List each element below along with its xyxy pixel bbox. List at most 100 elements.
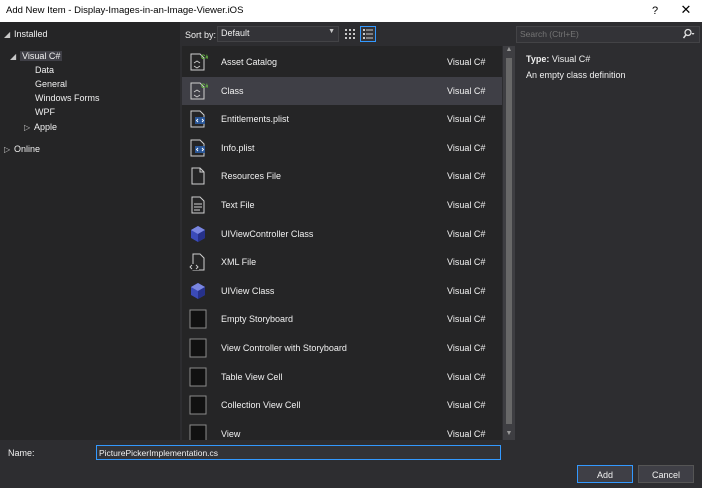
template-item[interactable]: C# Asset Catalog Visual C# xyxy=(182,48,502,76)
template-language: Visual C# xyxy=(447,200,486,210)
template-language: Visual C# xyxy=(447,400,486,411)
csharp-file-icon: C# xyxy=(188,81,209,101)
add-button[interactable]: Add xyxy=(577,465,633,483)
csharp-file-icon: C# xyxy=(188,52,209,72)
search-icon[interactable] xyxy=(681,28,695,42)
small-icons-view-button[interactable] xyxy=(343,27,357,41)
expanded-arrow-icon: ◢ xyxy=(10,52,17,61)
tree-item-apple[interactable]: ▷ Apple xyxy=(24,120,57,134)
grid-view-icon xyxy=(345,29,355,39)
template-language: Visual C# xyxy=(447,343,486,353)
category-tree: ◢ Installed ◢ Visual C# Data General Windo… xyxy=(0,22,180,440)
template-name: Entitlements.plist xyxy=(221,114,290,125)
template-language: Visual C# xyxy=(447,314,486,325)
template-item[interactable]: Collection View Cell Visual C# xyxy=(182,391,502,419)
xml-file-icon xyxy=(188,252,208,272)
storyboard-icon xyxy=(188,395,208,415)
window-title: Add New Item - Display-Images-in-an-Imag… xyxy=(6,5,244,16)
storyboard-icon xyxy=(188,309,208,329)
template-item[interactable]: XML File Visual C# xyxy=(182,248,502,276)
template-name: Text File xyxy=(221,200,255,210)
help-button[interactable]: ? xyxy=(644,2,666,20)
type-key: Type: xyxy=(526,54,550,64)
template-name: View Controller with Storyboard xyxy=(221,343,347,353)
template-list[interactable]: C# Asset Catalog Visual C# C# Class Visual C#… xyxy=(182,46,502,440)
title-bar: Add New Item - Display-Images-in-an-Imag… xyxy=(0,0,702,22)
template-item[interactable]: Entitlements.plist Visual C# xyxy=(182,105,502,133)
template-language: Visual C# xyxy=(447,114,486,125)
text-file-icon xyxy=(188,195,208,215)
storyboard-icon xyxy=(188,367,208,387)
template-name: Class xyxy=(221,85,244,96)
search-box[interactable] xyxy=(516,26,700,43)
svg-text:C#: C# xyxy=(201,84,208,90)
search-input[interactable] xyxy=(520,28,670,40)
template-language: Visual C# xyxy=(447,257,486,268)
template-item[interactable]: Empty Storyboard Visual C# xyxy=(182,305,502,333)
cube-icon xyxy=(188,224,208,244)
template-item[interactable]: C# Class Visual C# xyxy=(182,76,502,105)
tree-item-visual-csharp[interactable]: ◢ Visual C# xyxy=(10,49,63,63)
template-item[interactable]: Text File Visual C# xyxy=(182,191,502,219)
details-panel: Type: Visual C# An empty class definitio… xyxy=(516,46,702,440)
sort-by-dropdown[interactable]: Default ▼ xyxy=(217,26,339,42)
template-language: Visual C# xyxy=(447,428,486,439)
template-name: Asset Catalog xyxy=(221,57,278,67)
template-language: Visual C# xyxy=(447,171,486,182)
sort-by-label: Sort by: xyxy=(185,30,217,40)
template-language: Visual C# xyxy=(447,142,486,153)
template-language: Visual C# xyxy=(447,285,486,296)
template-name: UIViewController Class xyxy=(221,228,314,239)
template-name: UIView Class xyxy=(221,285,275,296)
type-value: Visual C# xyxy=(551,54,591,64)
template-item[interactable]: UIViewController Class Visual C# xyxy=(182,220,502,248)
tree-item-installed[interactable]: ◢ Installed xyxy=(4,27,48,41)
template-language: Visual C# xyxy=(447,57,486,67)
collapsed-arrow-icon: ▷ xyxy=(24,123,31,132)
template-item[interactable]: UIView Class Visual C# xyxy=(182,277,502,305)
template-name: Empty Storyboard xyxy=(221,314,294,325)
template-name: Collection View Cell xyxy=(221,400,301,411)
list-view-button[interactable] xyxy=(360,26,376,42)
template-name: Info.plist xyxy=(221,142,255,153)
tree-item-general[interactable]: General xyxy=(35,77,67,91)
template-item[interactable]: View Controller with Storyboard Visual C# xyxy=(182,334,502,362)
chevron-down-icon: ▼ xyxy=(328,28,335,35)
expanded-arrow-icon: ◢ xyxy=(4,30,11,39)
template-item[interactable]: View Visual C# xyxy=(182,420,502,440)
scroll-thumb[interactable] xyxy=(506,58,512,424)
list-view-icon xyxy=(363,29,373,39)
scroll-down-arrow-icon[interactable]: ▼ xyxy=(505,430,513,440)
cancel-button[interactable]: Cancel xyxy=(638,465,694,483)
scroll-up-arrow-icon[interactable]: ▲ xyxy=(505,46,513,56)
resource-file-icon xyxy=(188,166,208,186)
template-item[interactable]: Resources File Visual C# xyxy=(182,162,502,190)
tree-item-data[interactable]: Data xyxy=(35,63,54,77)
plist-file-icon xyxy=(188,109,208,129)
name-label: Name: xyxy=(8,448,35,458)
template-item[interactable]: Info.plist Visual C# xyxy=(182,134,502,162)
template-language: Visual C# xyxy=(447,85,486,96)
tree-item-windows-forms[interactable]: Windows Forms xyxy=(35,91,100,105)
template-name: Resources File xyxy=(221,171,282,182)
template-name: XML File xyxy=(221,257,257,268)
sort-by-value: Default xyxy=(221,28,250,38)
template-language: Visual C# xyxy=(447,371,486,382)
plist-file-icon xyxy=(188,138,208,158)
template-name: View xyxy=(221,428,241,439)
template-item[interactable]: Table View Cell Visual C# xyxy=(182,363,502,391)
cube-icon xyxy=(188,281,208,301)
template-language: Visual C# xyxy=(447,228,486,239)
tree-item-online[interactable]: ▷ Online xyxy=(4,142,40,156)
storyboard-icon xyxy=(188,338,208,358)
collapsed-arrow-icon: ▷ xyxy=(4,145,11,154)
template-list-scrollbar[interactable]: ▲ ▼ xyxy=(503,46,515,440)
svg-text:C#: C# xyxy=(201,55,208,61)
close-button[interactable]: ✕ xyxy=(675,1,697,19)
type-row: Type: Visual C# xyxy=(526,54,590,64)
storyboard-icon xyxy=(188,424,208,440)
template-description: An empty class definition xyxy=(526,70,626,80)
tree-item-wpf[interactable]: WPF xyxy=(35,105,55,119)
name-input[interactable] xyxy=(96,445,501,460)
template-name: Table View Cell xyxy=(221,371,283,382)
